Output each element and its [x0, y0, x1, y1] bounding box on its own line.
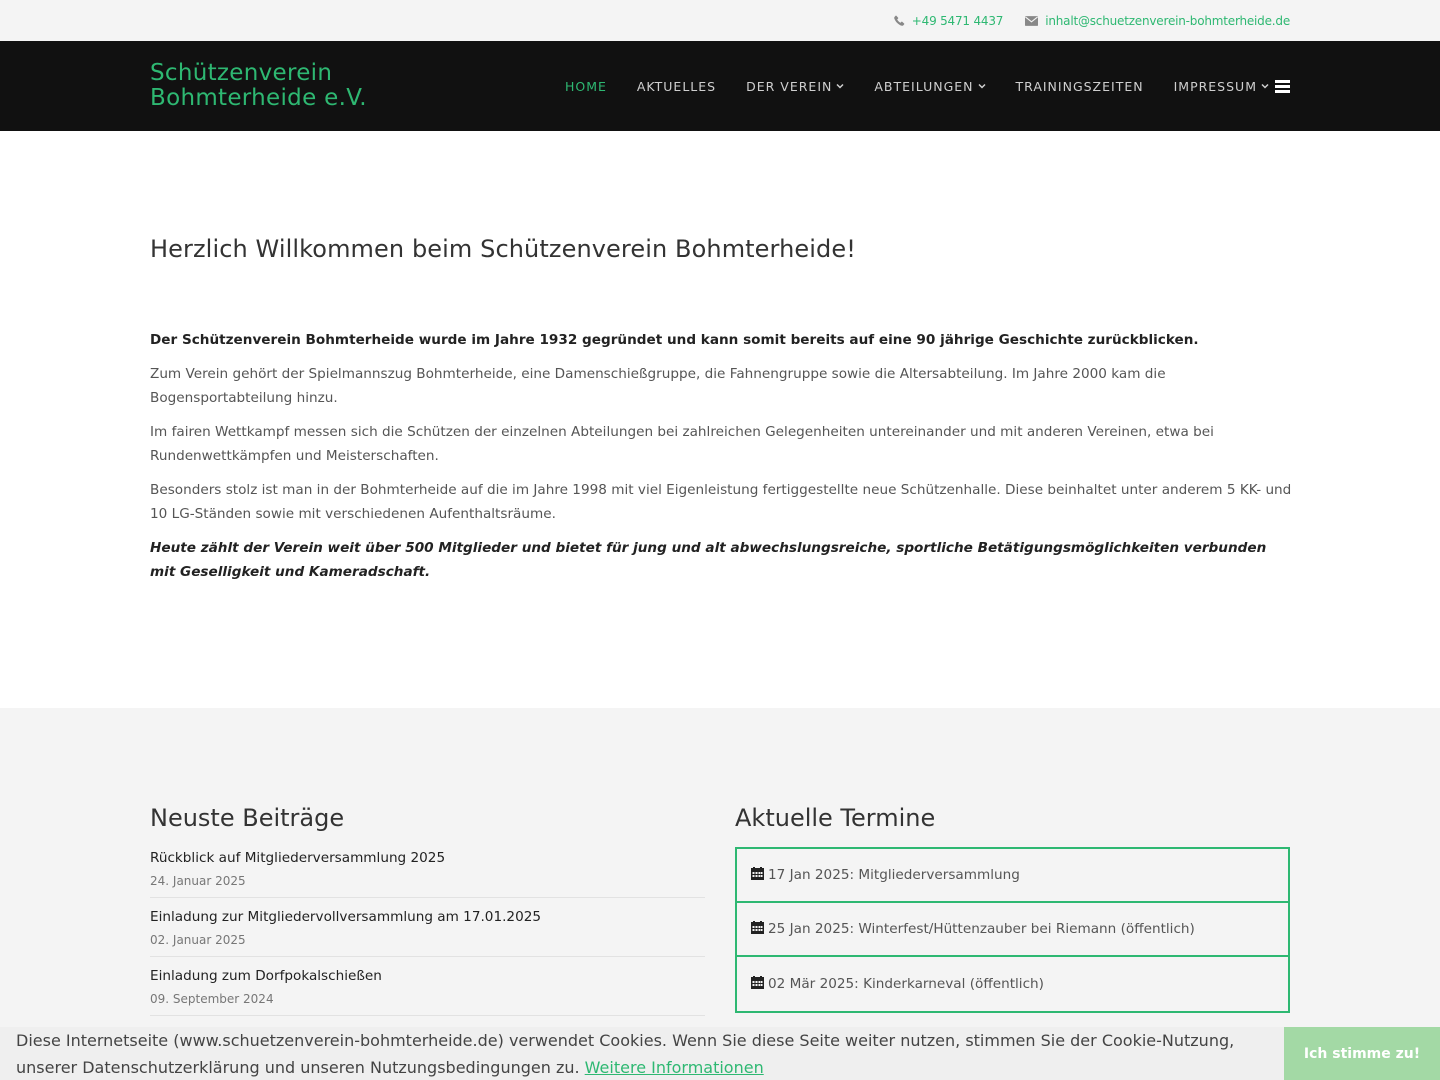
upcoming-events: Aktuelle Termine 17 Jan 2025: Mitglieder… [735, 804, 1290, 1013]
nav-item-abteilungen[interactable]: Abteilungen [874, 78, 986, 94]
nav-item-trainingszeiten[interactable]: Trainingszeiten [1016, 79, 1144, 94]
chevron-down-icon [1261, 83, 1269, 89]
news-and-events-section: Neuste Beiträge Rückblick auf Mitglieder… [0, 708, 1440, 1080]
main-navbar: Schützenverein Bohmterheide e.V. Home Ak… [0, 41, 1440, 131]
nav-item-label: Aktuelles [636, 78, 717, 94]
cookie-consent-bar: Diese Internetseite (www.schuetzenverein… [0, 1027, 1440, 1080]
event-label: 17 Jan 2025: Mitgliederversammlung [768, 867, 1020, 883]
recent-posts-title: Neuste Beiträge [150, 804, 345, 832]
calendar-icon [751, 975, 764, 989]
brand-line-1: Schützenverein [150, 60, 333, 86]
nav-item-aktuelles[interactable]: Aktuelles [637, 79, 716, 94]
accept-cookies-button[interactable]: Ich stimme zu! [1284, 1027, 1440, 1080]
calendar-icon [751, 920, 764, 934]
event-label: 25 Jan 2025: Winterfest/Hüttenzauber bei… [768, 921, 1195, 937]
nav-item-label: Impressum [1173, 78, 1257, 94]
email-contact: inhalt@schuetzenverein-bohmterheide.de [1025, 14, 1290, 28]
intro-paragraph: Im fairen Wettkampf messen sich die Schü… [150, 424, 1214, 464]
email-link[interactable]: inhalt@schuetzenverein-bohmterheide.de [1045, 14, 1290, 28]
brand-line-2: Bohmterheide e.V. [150, 85, 367, 111]
more-info-link[interactable]: Weitere Informationen [585, 1058, 764, 1077]
site-brand[interactable]: Schützenverein Bohmterheide e.V. [150, 61, 367, 111]
phone-link[interactable]: +49 5471 4437 [912, 14, 1004, 28]
intro-paragraph: Besonders stolz ist man in der Bohmterhe… [150, 482, 1292, 522]
phone-contact: +49 5471 4437 [893, 14, 1004, 28]
post-item: Einladung zum Dorfpokalschießen 09. Sept… [150, 965, 705, 1016]
intro-paragraph: Der Schützenverein Bohmterheide wurde im… [150, 332, 1199, 348]
nav-item-label: Trainingszeiten [1015, 78, 1144, 94]
recent-posts: Neuste Beiträge Rückblick auf Mitglieder… [150, 804, 705, 1024]
intro-text: Der Schützenverein Bohmterheide wurde im… [150, 328, 1292, 594]
post-item: Rückblick auf Mitgliederversammlung 2025… [150, 847, 705, 898]
post-title-link[interactable]: Einladung zum Dorfpokalschießen [150, 965, 705, 987]
post-title-link[interactable]: Einladung zur Mitgliedervollversammlung … [150, 906, 705, 928]
event-item[interactable]: 25 Jan 2025: Winterfest/Hüttenzauber bei… [737, 903, 1288, 957]
page-title: Herzlich Willkommen beim Schützenverein … [150, 235, 856, 263]
events-list: 17 Jan 2025: Mitgliederversammlung 25 Ja… [735, 847, 1290, 1013]
intro-paragraph: Zum Verein gehört der Spielmannszug Bohm… [150, 366, 1166, 406]
hamburger-menu-icon[interactable] [1275, 79, 1290, 93]
events-title: Aktuelle Termine [735, 804, 936, 832]
nav-item-label: Der Verein [746, 78, 833, 94]
main-menu: Home Aktuelles Der Verein Abteilungen Tr… [535, 41, 1290, 131]
chevron-down-icon [977, 83, 986, 89]
phone-icon [893, 15, 905, 26]
event-item[interactable]: 02 Mär 2025: Kinderkarneval (öffentlich) [737, 957, 1288, 1011]
contact-info: +49 5471 4437 inhalt@schuetzenverein-boh… [872, 0, 1290, 41]
post-title-link[interactable]: Rückblick auf Mitgliederversammlung 2025 [150, 847, 705, 869]
event-label: 02 Mär 2025: Kinderkarneval (öffentlich) [768, 976, 1044, 992]
calendar-icon [751, 866, 764, 880]
event-item[interactable]: 17 Jan 2025: Mitgliederversammlung [737, 849, 1288, 903]
post-date: 09. September 2024 [150, 992, 274, 1006]
envelope-icon [1025, 15, 1039, 26]
nav-item-label: Abteilungen [874, 78, 974, 94]
nav-item-impressum[interactable]: Impressum [1174, 79, 1269, 94]
post-date: 02. Januar 2025 [150, 933, 246, 947]
nav-item-home[interactable]: Home [565, 79, 607, 94]
main-content: Herzlich Willkommen beim Schützenverein … [0, 131, 1440, 708]
intro-paragraph: Heute zählt der Verein weit über 500 Mit… [150, 540, 1267, 580]
nav-item-der-verein[interactable]: Der Verein [746, 79, 844, 94]
post-item: Einladung zur Mitgliedervollversammlung … [150, 906, 705, 957]
chevron-down-icon [836, 83, 844, 89]
top-contact-bar: +49 5471 4437 inhalt@schuetzenverein-boh… [0, 0, 1440, 41]
nav-item-label: Home [564, 78, 607, 94]
post-date: 24. Januar 2025 [150, 874, 246, 888]
cookie-message: Diese Internetseite (www.schuetzenverein… [16, 1027, 1236, 1080]
